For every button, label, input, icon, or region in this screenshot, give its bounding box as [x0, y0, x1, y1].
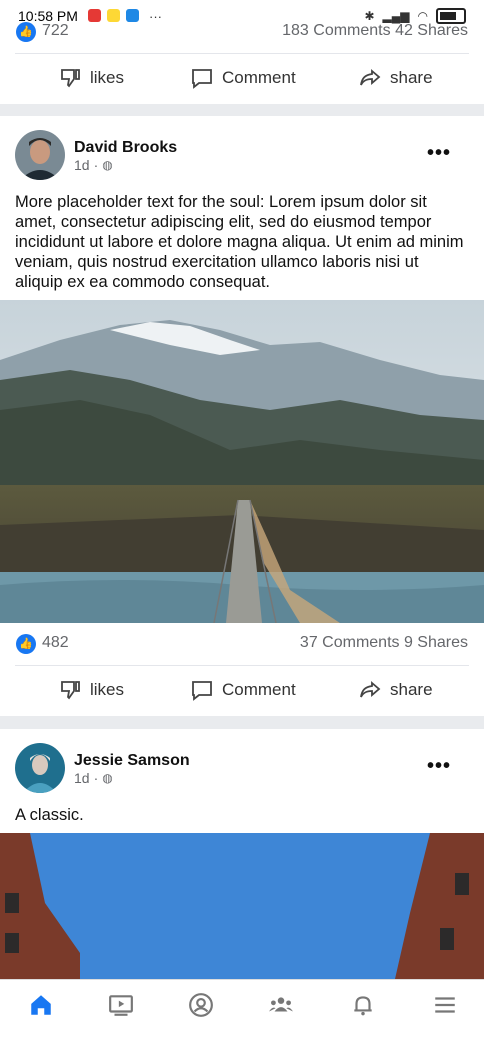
more-notifications-icon: ···: [149, 9, 162, 24]
meta-separator: ·: [93, 770, 99, 786]
like-count[interactable]: 722: [42, 22, 69, 40]
thumbs-down-icon: [61, 69, 80, 88]
twitter-icon: [126, 9, 139, 22]
like-badge-icon: 👍: [16, 634, 36, 654]
post-image[interactable]: [0, 833, 484, 979]
post-meta: 1d · ◍: [74, 770, 113, 786]
author-name[interactable]: Jessie Samson: [74, 752, 190, 770]
system-nav-area: [0, 1029, 484, 1049]
menu-icon[interactable]: [432, 992, 458, 1018]
share-button[interactable]: share: [358, 66, 433, 90]
like-badge-icon: 👍: [16, 22, 36, 42]
post-time: 1d: [74, 770, 90, 786]
like-count[interactable]: 482: [42, 634, 69, 652]
author-name[interactable]: David Brooks: [74, 139, 177, 157]
bottom-navigation: [0, 979, 484, 1030]
notification-app-icon: [88, 9, 101, 22]
post-actions: likes Comment share: [0, 668, 484, 712]
comment-icon: [192, 681, 212, 701]
like-button[interactable]: likes: [58, 678, 124, 702]
post-text: A classic.: [15, 806, 84, 824]
status-time: 10:58 PM: [18, 8, 78, 24]
share-label: share: [390, 680, 433, 699]
status-bar: 10:58 PM ··· ✱ ▂▄▆ ◠: [0, 0, 484, 24]
more-options-button[interactable]: •••: [427, 755, 451, 778]
comment-icon: [192, 69, 212, 89]
share-label: share: [390, 68, 433, 87]
post-image[interactable]: [0, 300, 484, 623]
globe-icon: ◍: [102, 158, 113, 172]
post-meta: 1d · ◍: [74, 157, 113, 173]
signal-icon: ▂▄▆: [382, 9, 410, 23]
post-text: More placeholder text for the soul: Lore…: [15, 193, 464, 291]
battery-icon: [436, 8, 466, 24]
like-label: likes: [90, 68, 125, 87]
wifi-icon: ◠: [417, 9, 428, 23]
notification-icons: ···: [88, 9, 162, 24]
thumbs-down-icon: [61, 681, 80, 700]
groups-icon[interactable]: [268, 992, 294, 1018]
comment-label: Comment: [222, 680, 296, 699]
more-options-button[interactable]: •••: [427, 142, 451, 165]
snapchat-icon: [107, 9, 120, 22]
like-label: likes: [90, 680, 125, 699]
profile-icon[interactable]: [188, 992, 214, 1018]
video-icon[interactable]: [108, 992, 134, 1018]
comment-label: Comment: [222, 68, 296, 87]
avatar[interactable]: [15, 743, 65, 793]
home-icon[interactable]: [28, 992, 54, 1018]
comments-shares-count[interactable]: 37 Comments 9 Shares: [300, 634, 468, 652]
comment-button[interactable]: Comment: [190, 66, 296, 90]
share-arrow-icon: [360, 681, 381, 698]
bell-icon[interactable]: [350, 992, 376, 1018]
post-stats: 👍 482 37 Comments 9 Shares: [0, 628, 484, 660]
like-button[interactable]: likes: [58, 66, 124, 90]
share-arrow-icon: [360, 69, 381, 86]
share-button[interactable]: share: [358, 678, 433, 702]
divider: [15, 665, 469, 666]
avatar[interactable]: [15, 130, 65, 180]
system-icons: ✱ ▂▄▆ ◠: [364, 8, 466, 24]
comment-button[interactable]: Comment: [190, 678, 296, 702]
meta-separator: ·: [93, 157, 99, 173]
globe-icon: ◍: [102, 771, 113, 785]
post-actions: likes Comment share: [0, 56, 484, 100]
post-card: David Brooks 1d · ◍ ••• More placeholder…: [0, 116, 484, 716]
post-time: 1d: [74, 157, 90, 173]
divider: [15, 53, 469, 54]
bluetooth-icon: ✱: [364, 9, 375, 23]
post-card: Jessie Samson 1d · ◍ ••• A classic.: [0, 729, 484, 979]
comments-shares-count[interactable]: 183 Comments 42 Shares: [282, 22, 468, 40]
